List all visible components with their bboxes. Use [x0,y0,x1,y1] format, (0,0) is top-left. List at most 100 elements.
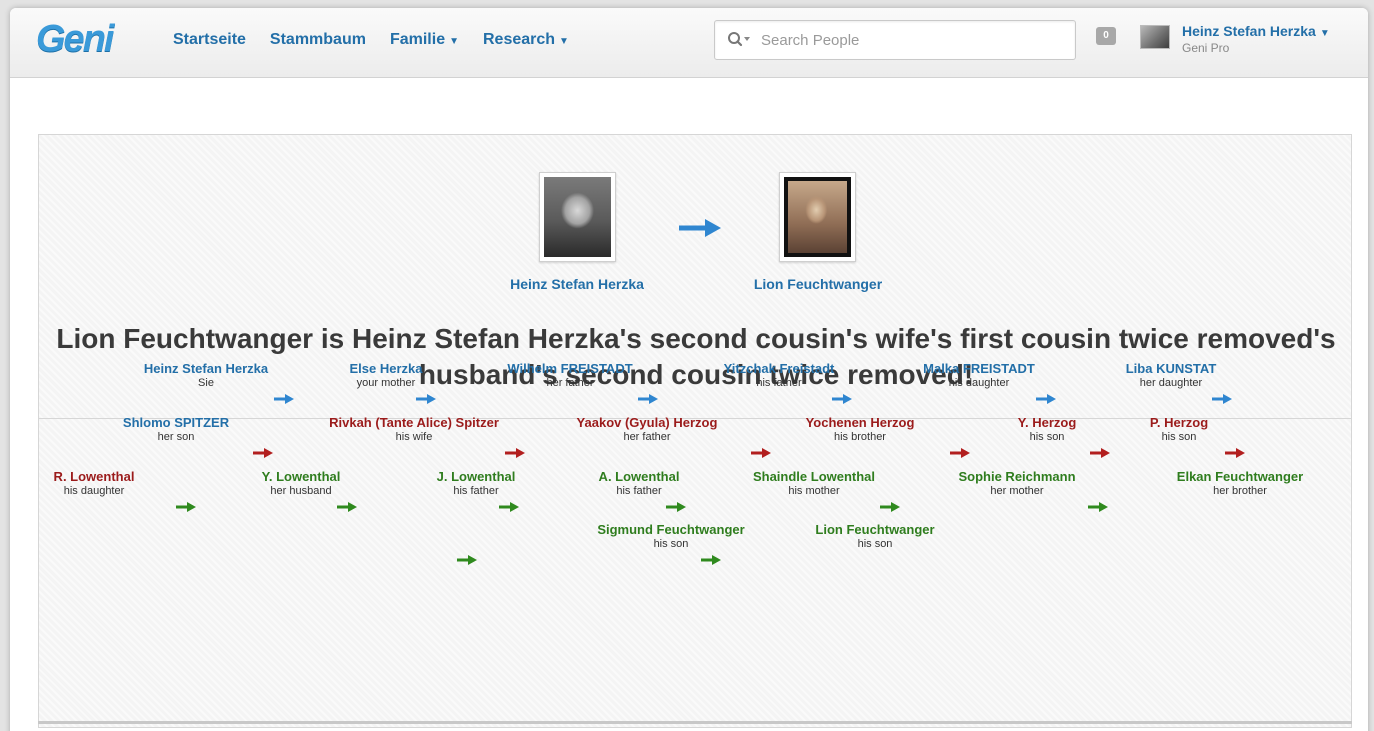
path-relation-label: his son [653,538,689,550]
arrow-right-icon [666,502,686,512]
nav-research-label: Research [483,31,556,48]
path-person-link[interactable]: P. Herzog [1150,415,1208,431]
relationship-path-node: Wilhelm FREISTADT her father [507,361,632,390]
path-person-link[interactable]: Sigmund Feuchtwanger [597,522,744,538]
relationship-path-node: Liba KUNSTAT her daughter [1126,361,1217,390]
path-person-link[interactable]: Yaakov (Gyula) Herzog [577,415,718,431]
relationship-path-node: R. Lowenthal his daughter [54,469,135,498]
path-person-link[interactable]: R. Lowenthal [54,469,135,485]
nav-startseite[interactable]: Startseite [173,31,246,49]
nav-stammbaum[interactable]: Stammbaum [270,31,366,49]
path-person-link[interactable]: Sophie Reichmann [958,469,1075,485]
relationship-path-node: Sigmund Feuchtwanger his son [597,522,744,551]
path-person-link[interactable]: Malka FREISTADT [923,361,1035,377]
user-plan: Geni Pro [1182,41,1230,55]
path-relation-label: his mother [788,485,840,497]
path-relation-label: her father [623,431,671,443]
arrow-right-icon [832,394,852,404]
to-person-photo[interactable] [779,172,856,262]
arrow-right-icon [950,448,970,458]
path-person-link[interactable]: Liba KUNSTAT [1126,361,1217,377]
nav-startseite-label: Startseite [173,31,246,48]
relationship-path-node: Lion Feuchtwanger his son [815,522,934,551]
user-name: Heinz Stefan Herzka [1182,23,1316,39]
relationship-path-node: Malka FREISTADT his daughter [923,361,1035,390]
from-person-image [544,177,611,257]
path-relation-label: his daughter [63,485,125,497]
chevron-down-icon: ▼ [1319,28,1330,39]
path-relation-label: his son [1029,431,1065,443]
arrow-right-icon [505,448,525,458]
search-input[interactable] [761,29,1061,51]
path-relation-label: his father [616,485,662,497]
path-relation-label: her brother [1213,485,1267,497]
path-person-link[interactable]: Lion Feuchtwanger [815,522,934,538]
path-relation-label: her father [546,377,594,389]
path-relation-label: his brother [834,431,886,443]
from-person-photo[interactable] [539,172,616,262]
path-relation-label: his father [756,377,802,389]
path-person-link[interactable]: Yochenen Herzog [806,415,915,431]
search-icon[interactable] [727,31,751,49]
relationship-path-node: Rivkah (Tante Alice) Spitzer his wife [329,415,499,444]
arrow-right-icon [1212,394,1232,404]
path-relation-label: her daughter [1139,377,1203,389]
path-person-link[interactable]: Y. Lowenthal [262,469,341,485]
relationship-path-node: Y. Lowenthal her husband [262,469,341,498]
relationship-path-node: P. Herzog his son [1150,415,1208,444]
path-relation-label: her husband [270,485,332,497]
path-person-link[interactable]: Shaindle Lowenthal [753,469,875,485]
arrow-right-icon [176,502,196,512]
path-person-link[interactable]: Else Herzka [350,361,423,377]
path-person-link[interactable]: Y. Herzog [1018,415,1077,431]
arrow-right-icon [751,448,771,458]
path-person-link[interactable]: Heinz Stefan Herzka [144,361,268,377]
path-person-link[interactable]: Yitzchak Freistadt [724,361,835,377]
path-relation-label: his son [857,538,893,550]
arrow-right-icon [337,502,357,512]
path-person-link[interactable]: Elkan Feuchtwanger [1177,469,1303,485]
path-relation-label: her son [157,431,195,443]
arrow-right-icon [1088,502,1108,512]
relationship-path-node: Y. Herzog his son [1018,415,1077,444]
arrow-right-icon [679,219,721,237]
path-person-link[interactable]: J. Lowenthal [437,469,516,485]
user-menu[interactable]: Heinz Stefan Herzka ▼ [1182,23,1330,39]
main-nav: Startseite Stammbaum Familie ▼ Research ▼ [173,31,593,49]
path-relation-label: her mother [990,485,1044,497]
avatar[interactable] [1140,25,1170,49]
path-relation-label: his daughter [948,377,1010,389]
relationship-path-node: Elkan Feuchtwanger her brother [1177,469,1303,498]
path-person-link[interactable]: A. Lowenthal [599,469,680,485]
from-person-link[interactable]: Heinz Stefan Herzka [510,276,644,292]
relationship-path-node: Yaakov (Gyula) Herzog her father [577,415,718,444]
relationship-path-node: Shaindle Lowenthal his mother [753,469,875,498]
arrow-right-icon [416,394,436,404]
path-relation-label: his wife [395,431,433,443]
chevron-down-icon: ▼ [559,36,569,47]
nav-stammbaum-label: Stammbaum [269,31,366,48]
search-box[interactable] [714,20,1076,60]
arrow-right-icon [880,502,900,512]
top-navigation-bar: Geni Startseite Stammbaum Familie ▼ Resea… [10,8,1368,78]
relationship-path-node: Sophie Reichmann her mother [958,469,1075,498]
nav-familie[interactable]: Familie ▼ [390,31,459,49]
relationship-path-node: Yitzchak Freistadt his father [724,361,835,390]
relationship-path-node: Yochenen Herzog his brother [806,415,915,444]
path-person-link[interactable]: Rivkah (Tante Alice) Spitzer [329,415,499,431]
relationship-path-node: Shlomo SPITZER her son [123,415,229,444]
chevron-down-icon: ▼ [449,36,459,47]
path-person-link[interactable]: Shlomo SPITZER [123,415,229,431]
to-person-image [784,177,851,257]
arrow-right-icon [253,448,273,458]
arrow-right-icon [638,394,658,404]
relationship-path-node: Heinz Stefan Herzka Sie [144,361,268,390]
path-relation-label: Sie [198,377,214,389]
notification-badge[interactable]: 0 [1096,27,1116,45]
arrow-right-icon [701,555,721,565]
nav-research[interactable]: Research ▼ [483,31,569,49]
to-person-link[interactable]: Lion Feuchtwanger [754,276,882,292]
geni-logo[interactable]: Geni [36,18,114,61]
path-person-link[interactable]: Wilhelm FREISTADT [507,361,632,377]
relationship-path-node: J. Lowenthal his father [437,469,516,498]
